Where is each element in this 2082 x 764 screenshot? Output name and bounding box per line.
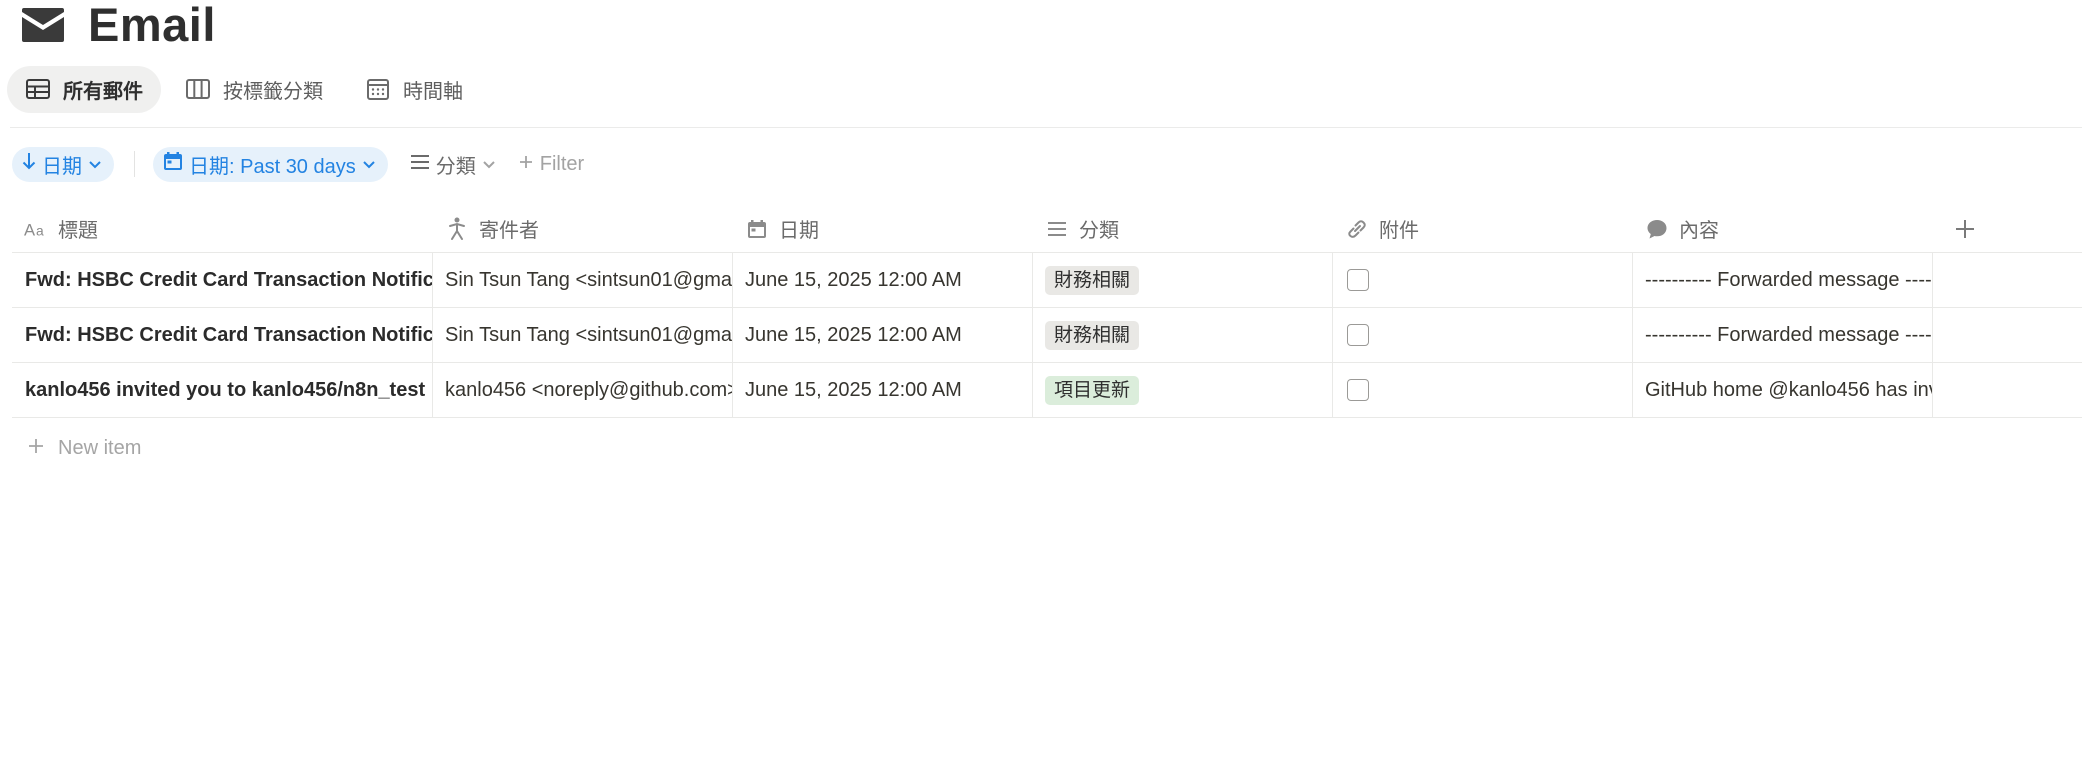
plus-icon — [1953, 217, 1977, 241]
cell-category[interactable]: 財務相關 — [1033, 253, 1333, 307]
attachment-checkbox[interactable] — [1347, 324, 1369, 346]
category-tag: 項目更新 — [1045, 375, 1140, 405]
text-aa-icon: A a — [24, 217, 48, 241]
table-row[interactable]: kanlo456 invited you to kanlo456/n8n_tes… — [12, 363, 2082, 418]
board-icon — [185, 76, 211, 102]
table-header: A a 標題 寄件者 日期 分類 附件 內容 — [12, 205, 2082, 253]
cell-empty — [1933, 253, 2082, 307]
svg-text:a: a — [36, 222, 44, 238]
email-table: A a 標題 寄件者 日期 分類 附件 內容 Fwd: HSBC Credit … — [12, 205, 2082, 478]
cell-empty — [1933, 363, 2082, 417]
attachment-checkbox[interactable] — [1347, 269, 1369, 291]
add-filter-button[interactable]: Filter — [510, 147, 592, 182]
cell-attachment — [1333, 308, 1633, 362]
cell-category[interactable]: 財務相關 — [1033, 308, 1333, 362]
cell-sender[interactable]: Sin Tsun Tang <sintsun01@gmail.com> — [433, 308, 733, 362]
chevron-down-icon — [362, 153, 376, 176]
cell-content[interactable]: ---------- Forwarded message --------- — [1633, 253, 1933, 307]
add-column-button[interactable] — [1933, 205, 2082, 252]
attachment-checkbox[interactable] — [1347, 379, 1369, 401]
cell-title[interactable]: kanlo456 invited you to kanlo456/n8n_tes… — [12, 363, 433, 417]
date-filter-label: 日期: Past 30 days — [189, 155, 356, 178]
calendar-icon — [745, 217, 769, 241]
table-icon — [25, 76, 51, 102]
tab-by-tag[interactable]: 按標籤分類 — [167, 66, 341, 113]
arrow-down-icon — [22, 152, 36, 176]
column-header-content[interactable]: 內容 — [1633, 205, 1933, 252]
tabs-divider — [10, 127, 2082, 128]
cell-title[interactable]: Fwd: HSBC Credit Card Transaction Notifi… — [12, 308, 433, 362]
page-title: Email — [88, 0, 216, 51]
envelope-icon[interactable] — [22, 5, 68, 45]
cell-attachment — [1333, 253, 1633, 307]
view-tabs: 所有郵件 按標籤分類 時間軸 — [7, 65, 481, 113]
tab-label: 所有郵件 — [63, 80, 143, 103]
tab-timeline[interactable]: 時間軸 — [347, 66, 481, 113]
new-item-label: New item — [58, 436, 142, 459]
chevron-down-icon — [482, 153, 496, 176]
column-header-attachment[interactable]: 附件 — [1333, 205, 1633, 252]
filter-bar: 日期 日期: Past 30 days 分類 Filter — [12, 146, 592, 182]
cell-content[interactable]: ---------- Forwarded message --------- — [1633, 308, 1933, 362]
paperclip-icon — [1345, 217, 1369, 241]
cell-attachment — [1333, 363, 1633, 417]
svg-text:A: A — [24, 220, 36, 238]
list-icon — [1045, 217, 1069, 241]
cell-sender[interactable]: kanlo456 <noreply@github.com> — [433, 363, 733, 417]
category-tag: 財務相關 — [1045, 320, 1140, 350]
add-filter-label: Filter — [539, 152, 585, 175]
sort-chip[interactable]: 日期 — [12, 146, 114, 182]
column-header-sender[interactable]: 寄件者 — [433, 205, 733, 252]
cell-empty — [1933, 308, 2082, 362]
sort-label: 日期 — [42, 155, 82, 178]
chevron-down-icon — [88, 153, 102, 176]
calendar-icon — [365, 76, 391, 102]
cell-content[interactable]: GitHub home @kanlo456 has invited you — [1633, 363, 1933, 417]
category-filter-label: 分類 — [435, 155, 476, 178]
cell-title[interactable]: Fwd: HSBC Credit Card Transaction Notifi… — [12, 253, 433, 307]
tab-label: 按標籤分類 — [223, 80, 323, 103]
plus-icon — [28, 437, 44, 460]
filter-divider — [134, 151, 135, 177]
new-item-button[interactable]: New item — [12, 418, 2082, 478]
date-filter-chip[interactable]: 日期: Past 30 days — [153, 146, 388, 182]
column-header-title[interactable]: A a 標題 — [12, 205, 433, 252]
category-filter-chip[interactable]: 分類 — [402, 147, 504, 182]
column-header-date[interactable]: 日期 — [733, 205, 1033, 252]
plus-icon — [518, 153, 534, 176]
cell-sender[interactable]: Sin Tsun Tang <sintsun01@gmail.com> — [433, 253, 733, 307]
tab-all-mail[interactable]: 所有郵件 — [7, 65, 161, 113]
tab-label: 時間軸 — [403, 80, 463, 103]
list-icon — [410, 153, 430, 176]
comment-icon — [1645, 217, 1669, 241]
person-icon — [445, 217, 469, 241]
column-header-category[interactable]: 分類 — [1033, 205, 1333, 252]
category-tag: 財務相關 — [1045, 265, 1140, 295]
cell-category[interactable]: 項目更新 — [1033, 363, 1333, 417]
cell-date[interactable]: June 15, 2025 12:00 AM — [733, 363, 1033, 417]
page-header: Email — [22, 0, 216, 50]
table-row[interactable]: Fwd: HSBC Credit Card Transaction Notifi… — [12, 253, 2082, 308]
table-row[interactable]: Fwd: HSBC Credit Card Transaction Notifi… — [12, 308, 2082, 363]
cell-date[interactable]: June 15, 2025 12:00 AM — [733, 253, 1033, 307]
cell-date[interactable]: June 15, 2025 12:00 AM — [733, 308, 1033, 362]
calendar-icon — [163, 151, 183, 177]
